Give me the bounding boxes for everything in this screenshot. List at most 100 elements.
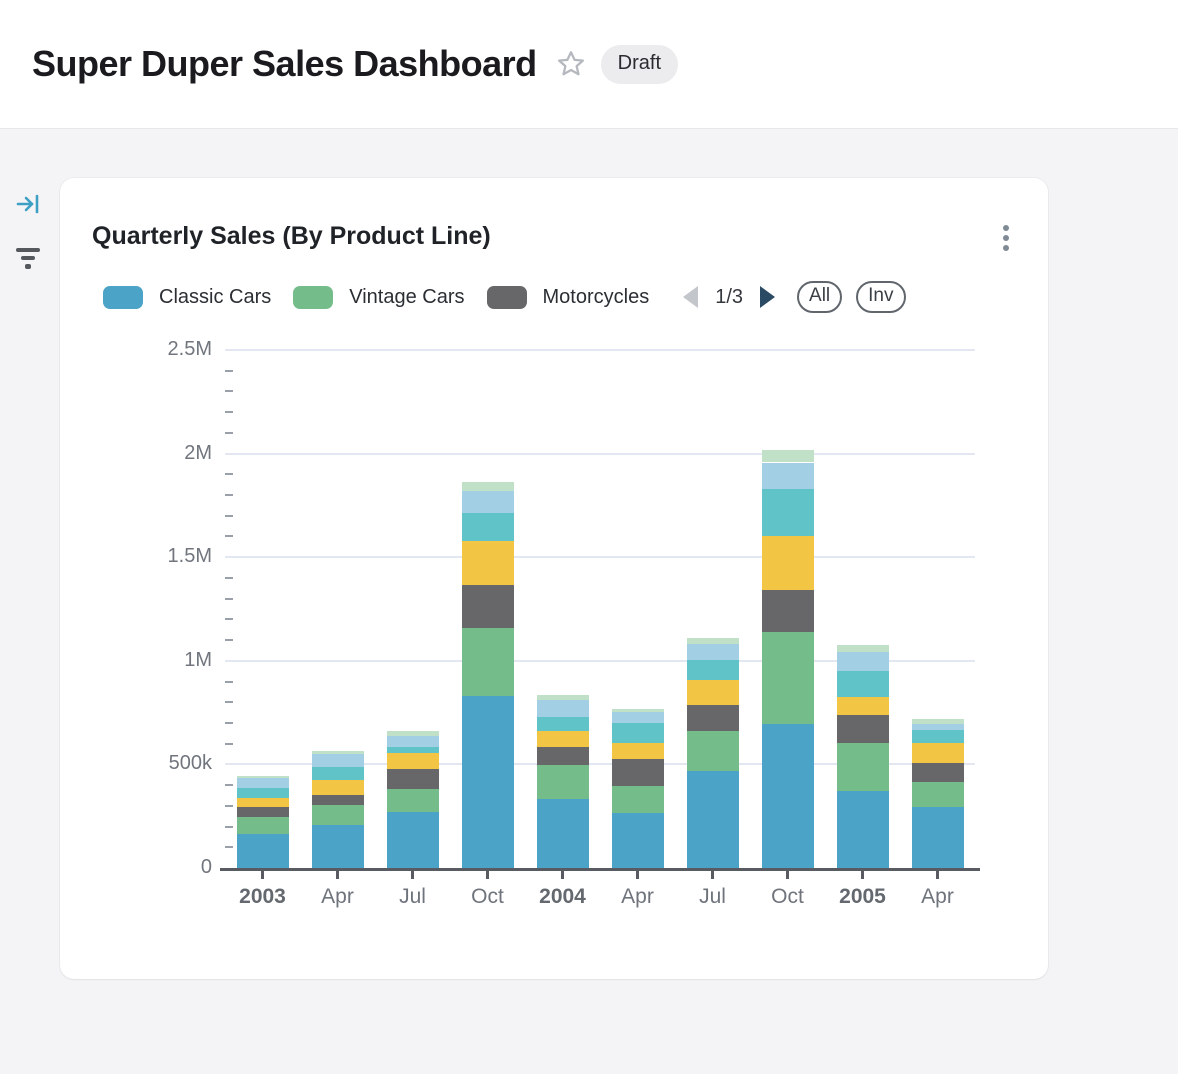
x-tick bbox=[711, 871, 714, 879]
y-minor-tick bbox=[225, 370, 233, 372]
x-axis-label-jul-2: Jul bbox=[375, 885, 450, 909]
status-badge: Draft bbox=[601, 45, 678, 84]
bar-segment-motorcycles-jul-2[interactable] bbox=[387, 769, 439, 789]
bar-segment-motorcycles-2004-4[interactable] bbox=[537, 747, 589, 765]
legend-pager: 1/3 bbox=[683, 286, 775, 309]
filter-button[interactable] bbox=[12, 242, 44, 274]
bar-segment-series-4-yellow-legend-page-2-oct-3[interactable] bbox=[462, 541, 514, 585]
legend-invert-button[interactable]: Inv bbox=[856, 281, 905, 313]
legend-next-button[interactable] bbox=[760, 286, 775, 308]
bar-segment-series-6-light-blue-legend-page-2-apr-5[interactable] bbox=[612, 712, 664, 723]
bar-segment-series-4-yellow-legend-page-2-apr-5[interactable] bbox=[612, 743, 664, 759]
bar-segment-series-6-light-blue-legend-page-2-jul-6[interactable] bbox=[687, 644, 739, 660]
bar-segment-series-4-yellow-legend-page-2-apr-9[interactable] bbox=[912, 743, 964, 762]
legend-prev-button[interactable] bbox=[683, 286, 698, 308]
bar-segment-series-4-yellow-legend-page-2-apr-1[interactable] bbox=[312, 780, 364, 796]
bar-segment-classic-cars-apr-5[interactable] bbox=[612, 813, 664, 868]
bar-segment-vintage-cars-jul-2[interactable] bbox=[387, 789, 439, 812]
bar-segment-motorcycles-jul-6[interactable] bbox=[687, 705, 739, 731]
bar-segment-vintage-cars-2004-4[interactable] bbox=[537, 765, 589, 798]
bar-segment-series-5-teal-legend-page-2-apr-1[interactable] bbox=[312, 767, 364, 779]
bar-segment-motorcycles-oct-3[interactable] bbox=[462, 585, 514, 628]
bar-segment-series-7-light-green-legend-page-3-2003-0[interactable] bbox=[237, 776, 289, 779]
bar-segment-vintage-cars-2005-8[interactable] bbox=[837, 743, 889, 791]
x-tick bbox=[936, 871, 939, 879]
legend-item-vintage-cars[interactable]: Vintage Cars bbox=[293, 286, 464, 309]
bar-segment-series-5-teal-legend-page-2-apr-5[interactable] bbox=[612, 723, 664, 742]
bar-segment-series-4-yellow-legend-page-2-2003-0[interactable] bbox=[237, 798, 289, 807]
bar-segment-series-7-light-green-legend-page-3-jul-2[interactable] bbox=[387, 731, 439, 735]
bar-segment-vintage-cars-2003-0[interactable] bbox=[237, 817, 289, 834]
bar-segment-series-6-light-blue-legend-page-2-jul-2[interactable] bbox=[387, 736, 439, 747]
bar-segment-series-7-light-green-legend-page-3-apr-1[interactable] bbox=[312, 751, 364, 754]
bar-segment-series-5-teal-legend-page-2-oct-3[interactable] bbox=[462, 513, 514, 541]
bar-segment-series-7-light-green-legend-page-3-oct-3[interactable] bbox=[462, 482, 514, 492]
y-minor-tick bbox=[225, 535, 233, 537]
card-menu-button[interactable] bbox=[990, 218, 1022, 258]
bar-segment-classic-cars-apr-9[interactable] bbox=[912, 807, 964, 868]
bar-segment-classic-cars-jul-2[interactable] bbox=[387, 812, 439, 868]
bar-segment-vintage-cars-jul-6[interactable] bbox=[687, 731, 739, 771]
bar-segment-series-5-teal-legend-page-2-2004-4[interactable] bbox=[537, 717, 589, 731]
bar-segment-series-6-light-blue-legend-page-2-2005-8[interactable] bbox=[837, 652, 889, 671]
bar-segment-motorcycles-apr-1[interactable] bbox=[312, 795, 364, 804]
bar-segment-vintage-cars-oct-3[interactable] bbox=[462, 628, 514, 696]
legend-item-motorcycles[interactable]: Motorcycles bbox=[487, 286, 650, 309]
x-tick bbox=[861, 871, 864, 879]
x-axis-label-2003-0: 2003 bbox=[225, 885, 300, 909]
x-axis-label-oct-7: Oct bbox=[750, 885, 825, 909]
bar-segment-series-4-yellow-legend-page-2-jul-2[interactable] bbox=[387, 753, 439, 769]
bar-segment-motorcycles-2005-8[interactable] bbox=[837, 715, 889, 743]
bar-segment-series-5-teal-legend-page-2-2003-0[interactable] bbox=[237, 788, 289, 798]
bar-segment-series-5-teal-legend-page-2-oct-7[interactable] bbox=[762, 489, 814, 536]
bar-segment-series-7-light-green-legend-page-3-2004-4[interactable] bbox=[537, 695, 589, 700]
bar-segment-series-5-teal-legend-page-2-jul-6[interactable] bbox=[687, 660, 739, 680]
bar-segment-motorcycles-oct-7[interactable] bbox=[762, 590, 814, 632]
bar-segment-series-6-light-blue-legend-page-2-2004-4[interactable] bbox=[537, 700, 589, 717]
bar-segment-series-7-light-green-legend-page-3-2005-8[interactable] bbox=[837, 645, 889, 652]
y-minor-tick bbox=[225, 722, 233, 724]
expand-sidebar-button[interactable] bbox=[12, 188, 44, 220]
legend-item-label: Classic Cars bbox=[159, 286, 271, 309]
favorite-star-button[interactable] bbox=[555, 48, 587, 80]
bar-segment-series-5-teal-legend-page-2-apr-9[interactable] bbox=[912, 730, 964, 743]
bar-segment-series-5-teal-legend-page-2-2005-8[interactable] bbox=[837, 671, 889, 697]
legend-item-classic-cars[interactable]: Classic Cars bbox=[103, 286, 271, 309]
legend-item-label: Vintage Cars bbox=[349, 286, 464, 309]
bar-segment-series-4-yellow-legend-page-2-oct-7[interactable] bbox=[762, 536, 814, 589]
bar-segment-motorcycles-2003-0[interactable] bbox=[237, 807, 289, 817]
bar-segment-series-6-light-blue-legend-page-2-oct-3[interactable] bbox=[462, 491, 514, 513]
bar-segment-classic-cars-jul-6[interactable] bbox=[687, 771, 739, 868]
bar-segment-vintage-cars-apr-5[interactable] bbox=[612, 786, 664, 813]
bar-segment-series-6-light-blue-legend-page-2-2003-0[interactable] bbox=[237, 778, 289, 788]
bar-segment-series-4-yellow-legend-page-2-2004-4[interactable] bbox=[537, 731, 589, 747]
x-axis-label-jul-6: Jul bbox=[675, 885, 750, 909]
legend-select-all-button[interactable]: All bbox=[797, 281, 842, 313]
bar-segment-series-7-light-green-legend-page-3-jul-6[interactable] bbox=[687, 638, 739, 644]
bar-segment-vintage-cars-oct-7[interactable] bbox=[762, 632, 814, 724]
x-tick bbox=[336, 871, 339, 879]
bar-segment-series-7-light-green-legend-page-3-apr-5[interactable] bbox=[612, 709, 664, 712]
bar-segment-motorcycles-apr-9[interactable] bbox=[912, 763, 964, 782]
bar-segment-classic-cars-2003-0[interactable] bbox=[237, 834, 289, 868]
bar-segment-vintage-cars-apr-9[interactable] bbox=[912, 782, 964, 807]
bar-segment-series-6-light-blue-legend-page-2-oct-7[interactable] bbox=[762, 463, 814, 490]
bar-segment-series-6-light-blue-legend-page-2-apr-1[interactable] bbox=[312, 754, 364, 768]
bar-segment-motorcycles-apr-5[interactable] bbox=[612, 759, 664, 786]
bar-segment-series-5-teal-legend-page-2-jul-2[interactable] bbox=[387, 747, 439, 753]
bar-segment-series-4-yellow-legend-page-2-2005-8[interactable] bbox=[837, 697, 889, 715]
bar-segment-classic-cars-oct-3[interactable] bbox=[462, 696, 514, 868]
bar-segment-series-4-yellow-legend-page-2-jul-6[interactable] bbox=[687, 680, 739, 706]
bar-segment-series-7-light-green-legend-page-3-oct-7[interactable] bbox=[762, 450, 814, 463]
bar-segment-classic-cars-2004-4[interactable] bbox=[537, 799, 589, 868]
bar-segment-classic-cars-oct-7[interactable] bbox=[762, 724, 814, 868]
bar-segment-series-6-light-blue-legend-page-2-apr-9[interactable] bbox=[912, 724, 964, 731]
y-minor-tick bbox=[225, 598, 233, 600]
bar-segment-series-7-light-green-legend-page-3-apr-9[interactable] bbox=[912, 719, 964, 723]
bar-segment-classic-cars-2005-8[interactable] bbox=[837, 791, 889, 868]
x-tick bbox=[636, 871, 639, 879]
bar-segment-vintage-cars-apr-1[interactable] bbox=[312, 805, 364, 825]
legend-swatch-icon bbox=[293, 286, 333, 309]
app-header: Super Duper Sales Dashboard Draft bbox=[0, 0, 1178, 129]
bar-segment-classic-cars-apr-1[interactable] bbox=[312, 825, 364, 868]
